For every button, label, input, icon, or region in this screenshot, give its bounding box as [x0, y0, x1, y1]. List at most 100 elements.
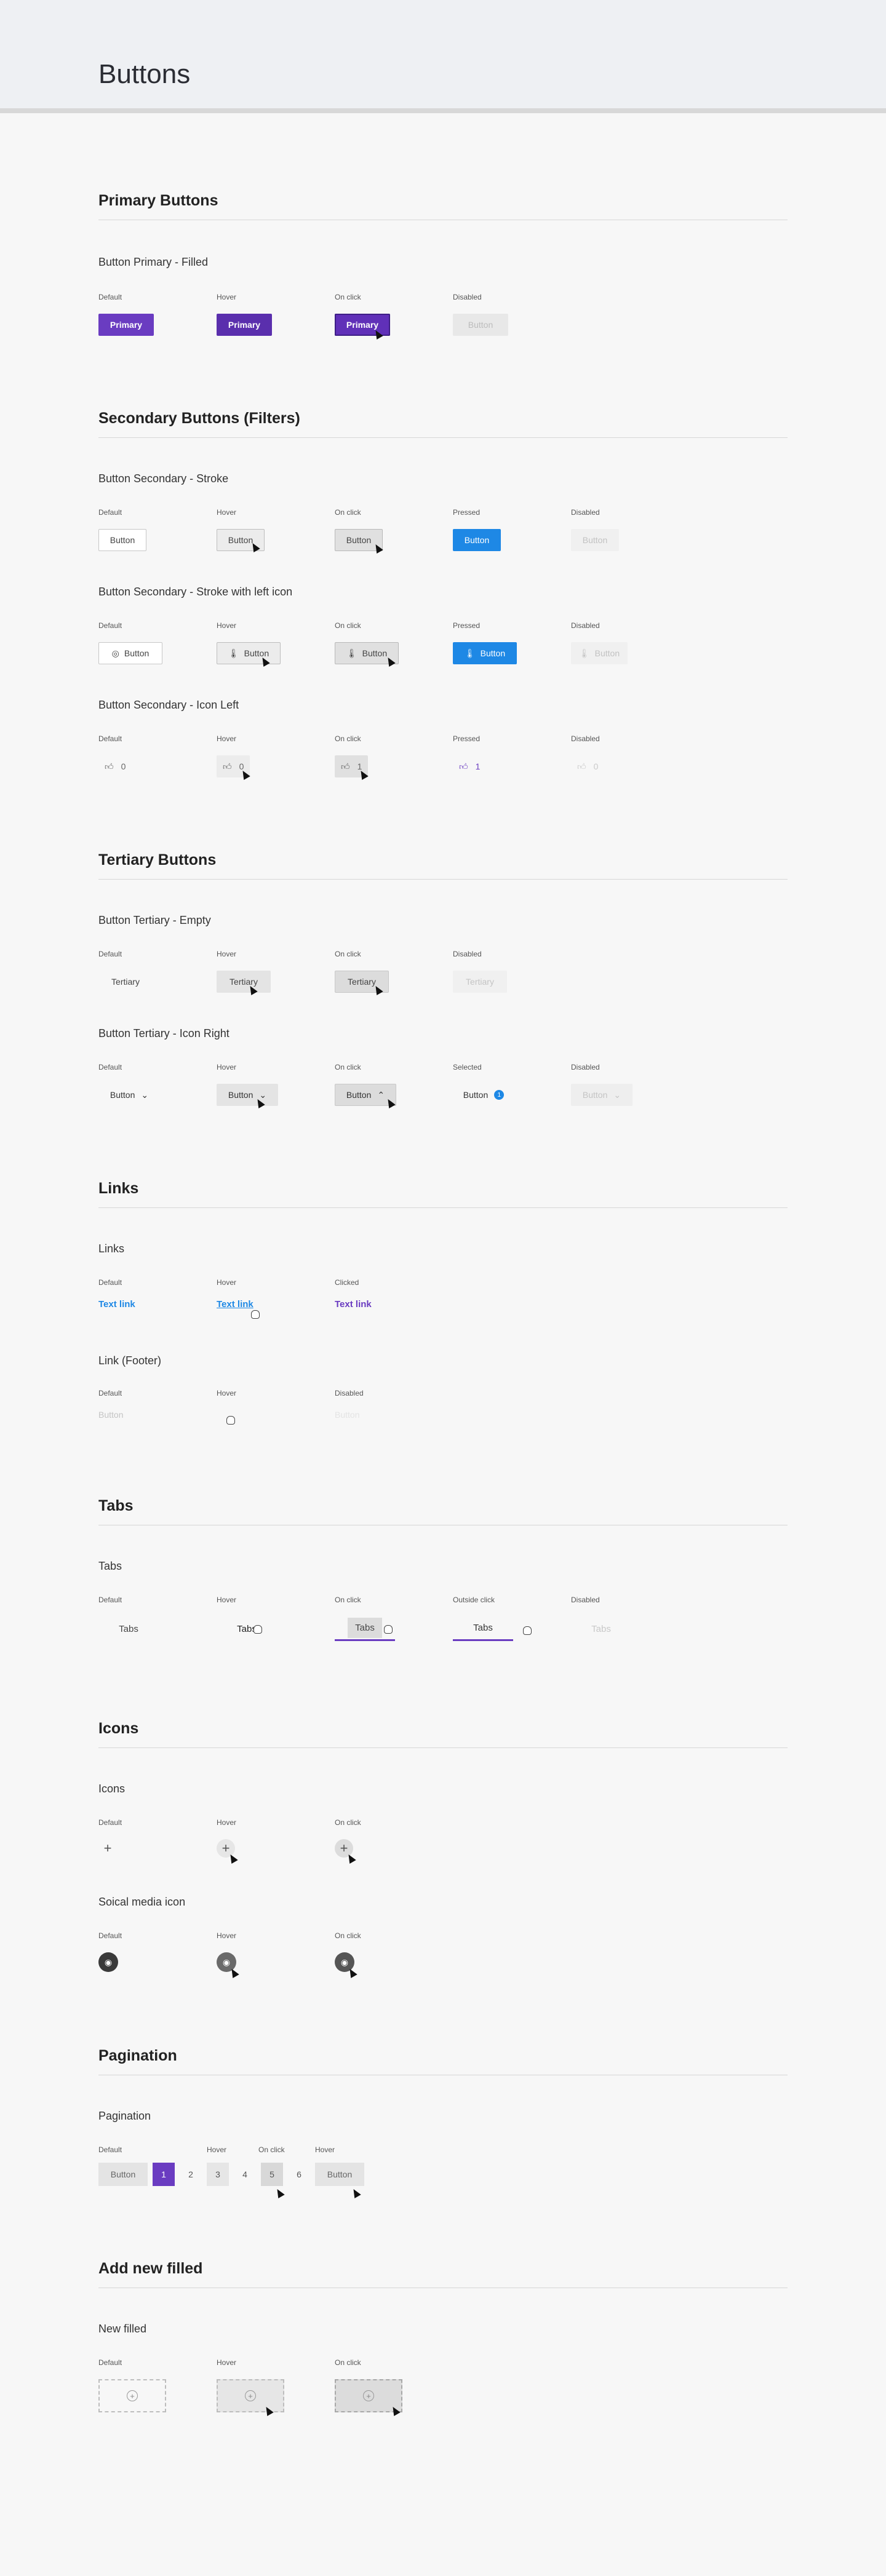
state-label: Disabled	[571, 621, 600, 630]
state-label: Pressed	[453, 508, 481, 517]
text-link[interactable]: Text link	[98, 1299, 135, 1310]
group-title: Button Tertiary - Icon Right	[98, 1027, 229, 1040]
secondary-button-disabled[interactable]: Button	[571, 529, 619, 551]
state-label: Hover	[217, 950, 237, 958]
globe-icon: ◎	[111, 648, 119, 658]
tertiary-icon-right-row: Default Button ⌄ Hover Button ⌄ On click Butt…	[98, 1063, 788, 1109]
add-new-button-hover[interactable]: +	[217, 2379, 284, 2412]
state-label: Clicked	[335, 1278, 359, 1287]
dropdown-button-hover[interactable]: Button ⌄	[217, 1084, 278, 1106]
primary-button-click[interactable]: Primary	[335, 314, 390, 336]
like-button-pressed[interactable]: 👍︎ 1	[453, 755, 486, 777]
group-title: Button Tertiary - Empty	[98, 914, 211, 926]
page-6[interactable]: 6	[288, 2163, 310, 2186]
state-label: Hover	[217, 1063, 237, 1071]
like-button[interactable]: 👍︎ 0	[98, 755, 132, 777]
primary-button[interactable]: Primary	[98, 314, 154, 336]
group-title: Pagination	[98, 2110, 151, 2122]
dropdown-button[interactable]: Button ⌄	[98, 1084, 160, 1106]
tertiary-button-disabled[interactable]: Tertiary	[453, 971, 507, 993]
like-count: 0	[121, 761, 126, 771]
tertiary-button[interactable]: Tertiary	[98, 971, 153, 993]
cursor-icon	[350, 2187, 361, 2199]
footer-link[interactable]: Button	[98, 1410, 123, 1420]
state-label: Disabled	[571, 1063, 600, 1071]
pagination-next-button[interactable]: Button	[315, 2163, 364, 2186]
section-links: Links Links Default Text link Hover Text l…	[98, 1180, 788, 1425]
page-4[interactable]: 4	[234, 2163, 256, 2186]
cursor-icon	[274, 2187, 285, 2199]
section-secondary-buttons: Secondary Buttons (Filters) Button Secon…	[98, 410, 788, 781]
button-label: Button	[594, 648, 620, 658]
button-label: Button	[582, 1090, 608, 1100]
add-new-button[interactable]: +	[98, 2379, 166, 2412]
section-primary-buttons: Primary Buttons Button Primary - Filled …	[98, 192, 788, 340]
page-title: Buttons	[98, 59, 191, 89]
primary-button-hover[interactable]: Primary	[217, 314, 272, 336]
state-label: On click	[335, 621, 361, 630]
button-label: Button	[228, 1090, 253, 1100]
state-label: Default	[98, 1063, 122, 1071]
page-header: Buttons	[0, 0, 886, 113]
secondary-icon-button-disabled[interactable]: 🌡 Button	[571, 642, 628, 664]
hand-cursor-icon	[253, 1625, 262, 1634]
tab-label: Tabs	[591, 1623, 611, 1634]
thumbs-up-icon: 👍︎	[223, 761, 232, 771]
state-label: Default	[98, 2358, 122, 2367]
state-label: Default	[98, 1818, 122, 1827]
chevron-up-icon: ⌃	[377, 1089, 385, 1100]
pagination: Button 1 2 3 4 5 6 Button	[98, 2163, 364, 2186]
primary-button-disabled[interactable]: Button	[453, 314, 508, 336]
state-disabled: Disabled Button	[453, 293, 508, 336]
text-link-clicked[interactable]: Text link	[335, 1299, 372, 1310]
pagination-row: Default Hover On click Hover Button 1 2 …	[98, 2145, 788, 2199]
page-5[interactable]: 5	[261, 2163, 283, 2186]
tertiary-button-hover[interactable]: Tertiary	[217, 971, 271, 993]
button-label: Button	[346, 1090, 372, 1100]
secondary-icon-button-pressed[interactable]: 🌡 Button	[453, 642, 517, 664]
thumbs-up-icon: 👍︎	[105, 761, 114, 771]
state-label: Pressed	[453, 621, 481, 630]
button-label: Button	[480, 648, 506, 658]
page-3[interactable]: 3	[207, 2163, 229, 2186]
like-button-disabled[interactable]: 👍︎ 0	[571, 755, 604, 777]
state-label: Disabled	[571, 734, 600, 743]
tabs-row: Default Tabs Hover Tabs On click Tabs Outsi…	[98, 1596, 788, 1641]
state-label: Disabled	[335, 1389, 364, 1397]
footer-link-disabled[interactable]: Button	[335, 1410, 359, 1420]
state-label: Default	[98, 2145, 122, 2154]
thermometer-icon: 🌡	[346, 648, 357, 658]
section-title: Add new filled	[98, 2260, 788, 2288]
page-2[interactable]: 2	[180, 2163, 202, 2186]
social-icons-row: Default ◉ Hover ◉ On click ◉	[98, 1931, 788, 1979]
plus-icon[interactable]: +	[98, 1839, 117, 1858]
dropdown-button-selected[interactable]: Button 1	[453, 1084, 514, 1106]
state-label: Hover	[217, 1931, 237, 1940]
social-media-icon[interactable]: ◉	[98, 1952, 118, 1972]
page-1[interactable]: 1	[153, 2163, 175, 2186]
group-title: Button Primary - Filled	[98, 256, 209, 268]
state-label: Outside click	[453, 1596, 495, 1604]
tab[interactable]: Tabs	[98, 1616, 159, 1641]
secondary-button[interactable]: Button	[98, 529, 146, 551]
state-label: Pressed	[453, 734, 481, 743]
state-label: On click	[335, 2358, 361, 2367]
button-label: Button	[463, 1090, 489, 1100]
state-default: Default Primary	[98, 293, 154, 336]
section-title: Links	[98, 1180, 788, 1208]
tab-outside-click[interactable]: Tabs	[453, 1616, 513, 1641]
secondary-button-pressed[interactable]: Button	[453, 529, 501, 551]
state-label: Hover	[315, 2145, 335, 2154]
text-link-hover[interactable]: Text link	[217, 1299, 253, 1310]
secondary-icon-button-hover[interactable]: 🌡 Button	[217, 642, 281, 664]
dropdown-button-disabled[interactable]: Button ⌄	[571, 1084, 633, 1106]
tab-hover[interactable]: Tabs	[217, 1616, 277, 1641]
pagination-prev-button[interactable]: Button	[98, 2163, 148, 2186]
footer-links-row: Default Button Hover Disabled Button	[98, 1389, 788, 1426]
hand-cursor-icon	[384, 1625, 393, 1634]
like-count: 0	[593, 761, 599, 771]
tab-disabled[interactable]: Tabs	[571, 1616, 631, 1641]
secondary-icon-button[interactable]: ◎ Button	[98, 642, 162, 664]
state-label: Default	[98, 621, 122, 630]
state-label: On click	[258, 2145, 285, 2154]
